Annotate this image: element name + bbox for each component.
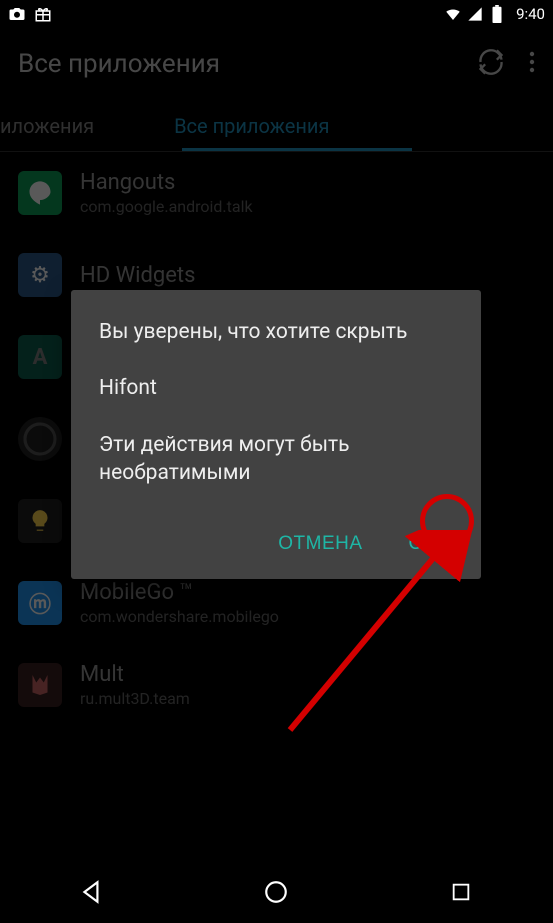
gift-icon xyxy=(34,5,52,23)
app-icon: ⓜ xyxy=(18,581,62,625)
status-time: 9:40 xyxy=(516,5,545,23)
tab-all-apps[interactable]: Все приложения xyxy=(154,100,349,151)
app-package: com.google.android.talk xyxy=(80,197,253,216)
app-name: HD Widgets xyxy=(80,263,195,288)
confirm-dialog: Вы уверены, что хотите скрыть Hifont Эти… xyxy=(71,290,481,579)
overflow-menu-icon[interactable] xyxy=(529,50,535,78)
status-bar: 9:40 xyxy=(0,0,553,28)
app-name: MobileGo ™ xyxy=(80,580,279,605)
app-icon xyxy=(18,499,62,543)
app-icon: ⚙ xyxy=(18,253,62,297)
action-bar: Все приложения xyxy=(0,28,553,100)
dialog-app-name: Hifont xyxy=(99,374,453,402)
dialog-message-1: Вы уверены, что хотите скрыть xyxy=(99,318,453,346)
battery-icon xyxy=(488,5,506,23)
app-icon xyxy=(18,663,62,707)
home-button[interactable] xyxy=(246,872,306,912)
dialog-message-2: Эти действия могут быть необратимыми xyxy=(99,431,453,488)
app-icon: A xyxy=(18,335,62,379)
app-package: ru.mult3D.team xyxy=(80,689,190,708)
page-title: Все приложения xyxy=(18,49,220,79)
app-name: Hangouts xyxy=(80,170,253,195)
wifi-icon xyxy=(444,5,462,23)
app-icon xyxy=(18,417,62,461)
app-icon xyxy=(18,171,62,215)
app-item-hangouts[interactable]: Hangouts com.google.android.talk xyxy=(0,152,553,234)
camera-icon xyxy=(8,5,26,23)
tab-bar: иложения Все приложения xyxy=(0,100,553,152)
app-name: Mult xyxy=(80,662,190,687)
ok-button[interactable]: OK xyxy=(401,523,445,565)
tab-apps[interactable]: иложения xyxy=(0,100,114,151)
navigation-bar xyxy=(0,861,553,923)
recents-button[interactable] xyxy=(431,872,491,912)
app-item-mult[interactable]: Mult ru.mult3D.team xyxy=(0,644,553,726)
cancel-button[interactable]: ОТМЕНА xyxy=(270,523,370,565)
back-button[interactable] xyxy=(62,872,122,912)
app-package: com.wondershare.mobilego xyxy=(80,607,279,626)
signal-icon xyxy=(466,5,484,23)
refresh-icon[interactable] xyxy=(477,48,505,80)
